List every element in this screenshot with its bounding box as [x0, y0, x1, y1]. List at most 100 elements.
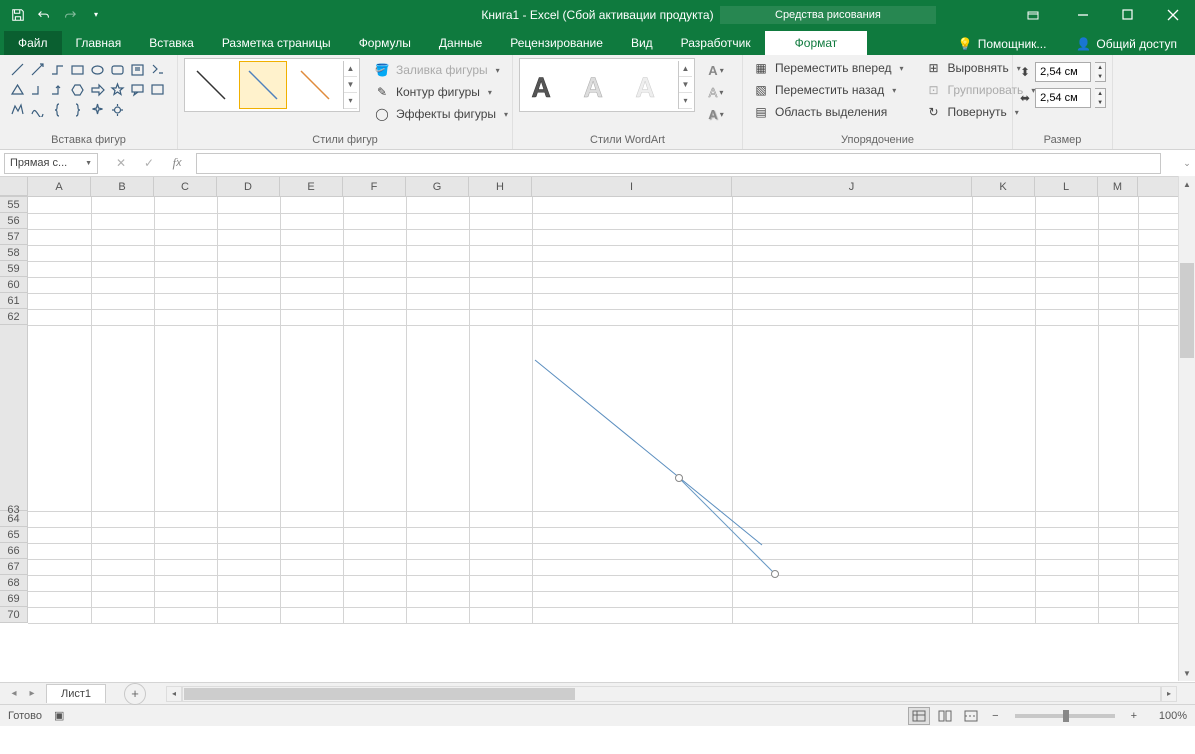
- shape-star-icon[interactable]: [108, 80, 127, 99]
- col-header-I[interactable]: I: [532, 177, 732, 196]
- zoom-in-button[interactable]: +: [1125, 710, 1143, 722]
- tab-formulas[interactable]: Формулы: [345, 31, 425, 55]
- row-header-64[interactable]: 64: [0, 511, 27, 527]
- wordart-gallery[interactable]: А А А ▲ ▼ ▾: [519, 58, 695, 112]
- style-preset-3[interactable]: [291, 61, 339, 109]
- width-down-button[interactable]: ▼: [1095, 98, 1105, 107]
- row-header-60[interactable]: 60: [0, 277, 27, 293]
- shape-more-icon[interactable]: [148, 80, 167, 99]
- tab-layout[interactable]: Разметка страницы: [208, 31, 345, 55]
- vscroll-thumb[interactable]: [1180, 263, 1194, 358]
- confirm-edit-button[interactable]: ✓: [138, 153, 160, 173]
- select-all-corner[interactable]: [0, 177, 28, 196]
- shape-effects-button[interactable]: ◯Эффекты фигуры▾: [370, 104, 512, 124]
- text-effects-button[interactable]: A▾: [705, 104, 727, 124]
- minimize-button[interactable]: [1060, 0, 1105, 29]
- scroll-up-button[interactable]: ▲: [1179, 176, 1195, 192]
- hscroll-thumb[interactable]: [184, 688, 575, 700]
- row-header-57[interactable]: 57: [0, 229, 27, 245]
- gallery-down-button[interactable]: ▼: [344, 77, 357, 93]
- fx-icon[interactable]: fx: [166, 153, 188, 173]
- shape-elbow-arrow-icon[interactable]: [48, 80, 67, 99]
- shape-styles-gallery[interactable]: ▲ ▼ ▾: [184, 58, 360, 112]
- col-header-G[interactable]: G: [406, 177, 469, 196]
- shape-elbow-icon[interactable]: [28, 80, 47, 99]
- tab-developer[interactable]: Разработчик: [667, 31, 765, 55]
- shape-hexagon-icon[interactable]: [68, 80, 87, 99]
- col-header-F[interactable]: F: [343, 177, 406, 196]
- horizontal-scrollbar[interactable]: ◂ ▸: [166, 686, 1177, 702]
- add-sheet-button[interactable]: +: [124, 683, 146, 705]
- style-preset-2[interactable]: [239, 61, 287, 109]
- sheet-tab-active[interactable]: Лист1: [46, 684, 106, 703]
- bring-forward-button[interactable]: ▦Переместить вперед▾: [749, 58, 908, 78]
- close-button[interactable]: [1150, 0, 1195, 29]
- tab-insert[interactable]: Вставка: [135, 31, 208, 55]
- shape-rectangle-icon[interactable]: [68, 60, 87, 79]
- tab-review[interactable]: Рецензирование: [496, 31, 617, 55]
- col-header-J[interactable]: J: [732, 177, 972, 196]
- shape-brace-l-icon[interactable]: [48, 100, 67, 119]
- col-header-M[interactable]: M: [1098, 177, 1138, 196]
- row-header-63[interactable]: 63: [0, 325, 27, 511]
- shapes-gallery[interactable]: [6, 58, 171, 121]
- tab-data[interactable]: Данные: [425, 31, 496, 55]
- zoom-out-button[interactable]: −: [986, 710, 1004, 722]
- row-header-56[interactable]: 56: [0, 213, 27, 229]
- view-page-layout-button[interactable]: [934, 707, 956, 725]
- row-header-55[interactable]: 55: [0, 197, 27, 213]
- row-header-67[interactable]: 67: [0, 559, 27, 575]
- line-handle-start[interactable]: [675, 474, 683, 482]
- hscroll-right-button[interactable]: ▸: [1161, 686, 1177, 702]
- height-up-button[interactable]: ▲: [1095, 63, 1105, 72]
- row-header-62[interactable]: 62: [0, 309, 27, 325]
- row-header-66[interactable]: 66: [0, 543, 27, 559]
- hscroll-left-button[interactable]: ◂: [166, 686, 182, 702]
- col-header-K[interactable]: K: [972, 177, 1035, 196]
- text-fill-button[interactable]: A▾: [705, 60, 727, 80]
- shape-arrow-icon[interactable]: [88, 80, 107, 99]
- line-handle-end[interactable]: [771, 570, 779, 578]
- zoom-slider[interactable]: [1015, 714, 1115, 718]
- cancel-edit-button[interactable]: ✕: [110, 153, 132, 173]
- qat-customize-button[interactable]: ▾: [84, 3, 108, 27]
- row-header-65[interactable]: 65: [0, 527, 27, 543]
- shape-connector-icon[interactable]: [48, 60, 67, 79]
- shape-textbox-icon[interactable]: [128, 60, 147, 79]
- wa-more-button[interactable]: ▾: [679, 93, 692, 109]
- row-header-69[interactable]: 69: [0, 591, 27, 607]
- width-input[interactable]: [1035, 88, 1091, 108]
- wa-up-button[interactable]: ▲: [679, 61, 692, 77]
- wordart-preset-2[interactable]: А: [574, 61, 622, 109]
- row-header-68[interactable]: 68: [0, 575, 27, 591]
- shape-sun-icon[interactable]: [108, 100, 127, 119]
- width-up-button[interactable]: ▲: [1095, 89, 1105, 98]
- wordart-preset-3[interactable]: А: [626, 61, 674, 109]
- name-box[interactable]: Прямая с...▼: [4, 153, 98, 174]
- shape-edit-icon[interactable]: [148, 60, 167, 79]
- expand-formula-button[interactable]: ⌄: [1179, 158, 1195, 169]
- tab-home[interactable]: Главная: [62, 31, 136, 55]
- style-preset-1[interactable]: [187, 61, 235, 109]
- row-header-61[interactable]: 61: [0, 293, 27, 309]
- col-header-H[interactable]: H: [469, 177, 532, 196]
- undo-button[interactable]: [32, 3, 56, 27]
- shape-line-icon[interactable]: [8, 60, 27, 79]
- save-button[interactable]: [6, 3, 30, 27]
- shape-freeform-icon[interactable]: [8, 100, 27, 119]
- view-page-break-button[interactable]: [960, 707, 982, 725]
- height-input[interactable]: [1035, 62, 1091, 82]
- shape-oval-icon[interactable]: [88, 60, 107, 79]
- gallery-up-button[interactable]: ▲: [344, 61, 357, 77]
- ribbon-display-button[interactable]: [1010, 0, 1055, 29]
- vertical-scrollbar[interactable]: ▲ ▼: [1178, 176, 1195, 681]
- wordart-preset-1[interactable]: А: [522, 61, 570, 109]
- tab-file[interactable]: Файл: [4, 31, 62, 55]
- sheet-nav-prev[interactable]: ◂: [6, 686, 22, 702]
- send-backward-button[interactable]: ▧Переместить назад▾: [749, 80, 908, 100]
- col-header-E[interactable]: E: [280, 177, 343, 196]
- shape-curve-icon[interactable]: [28, 100, 47, 119]
- shape-star4-icon[interactable]: [88, 100, 107, 119]
- redo-button[interactable]: [58, 3, 82, 27]
- tell-me-search[interactable]: 💡Помощник...: [950, 33, 1055, 55]
